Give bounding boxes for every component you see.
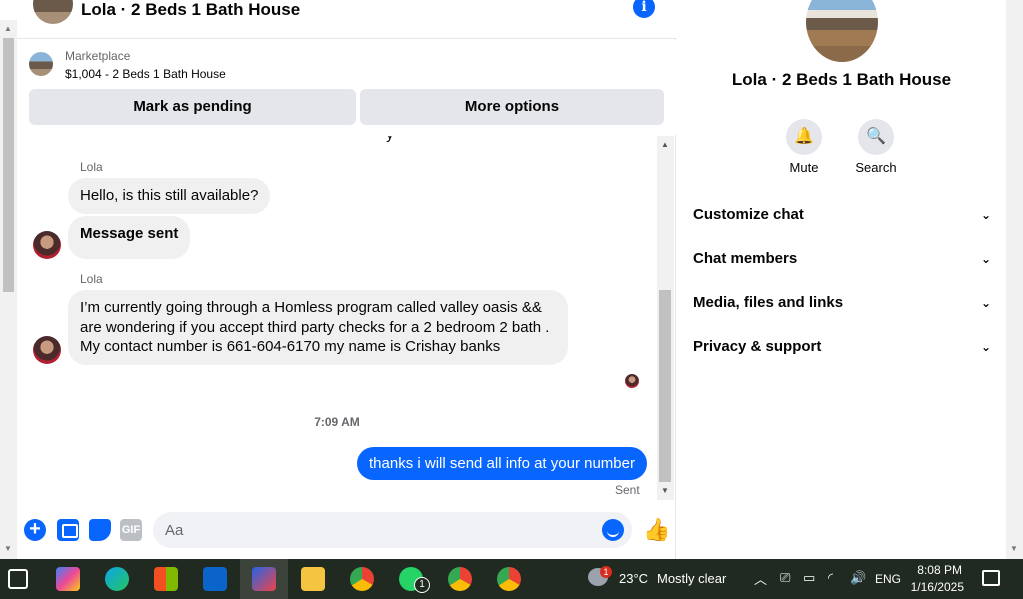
scroll-up-arrow-icon[interactable]: ▲: [4, 24, 12, 33]
clock-date[interactable]: 1/16/2025: [906, 580, 964, 594]
scroll-down-arrow-icon[interactable]: ▼: [4, 544, 12, 553]
plus-icon[interactable]: +: [24, 519, 46, 541]
incoming-message-bubble[interactable]: Message sent: [68, 216, 191, 259]
panel-title: Lola · 2 Beds 1 Bath House: [731, 70, 952, 89]
copilot-icon[interactable]: [56, 567, 80, 591]
windows-taskbar: 1 1 23°C Mostly clear ︿ ⎚ ▭ ◜ 🔊 ENG 8:08…: [0, 559, 1023, 599]
page-scrollbar-right[interactable]: ▼: [1006, 0, 1023, 560]
photo-app-icon[interactable]: [252, 567, 276, 591]
info-icon[interactable]: i: [633, 0, 655, 18]
section-media-files-links[interactable]: Media, files and links ⌄: [693, 288, 993, 318]
weather-description[interactable]: Mostly clear: [657, 571, 726, 586]
search-button[interactable]: 🔍: [858, 119, 894, 155]
listing-banner: Marketplace $1,004 - 2 Beds 1 Bath House…: [17, 40, 676, 135]
clock-time[interactable]: 8:08 PM: [914, 563, 962, 577]
conversation-details-panel: Lola · 2 Beds 1 Bath House 🔔 Mute 🔍 Sear…: [677, 0, 1006, 560]
volume-icon[interactable]: 🔊: [850, 570, 866, 586]
section-label: Chat members: [693, 250, 798, 267]
section-privacy-support[interactable]: Privacy & support ⌄: [693, 332, 993, 362]
edge-icon[interactable]: [105, 567, 129, 591]
chrome-profile-icon[interactable]: [497, 567, 521, 591]
wifi-icon[interactable]: ◜: [828, 570, 833, 586]
gif-icon[interactable]: GIF: [120, 519, 142, 541]
read-receipt-avatar: [625, 374, 639, 388]
chat-header: Lola · 2 Beds 1 Bath House i: [17, 0, 676, 39]
message-list: · y · Lola Hello, is this still availabl…: [17, 136, 657, 501]
message-status: Sent: [615, 483, 640, 497]
chevron-up-icon[interactable]: ︿: [754, 569, 767, 588]
page-scroll-thumb[interactable]: [3, 38, 14, 292]
message-line: My contact number is 661-604-6170 my nam…: [80, 338, 501, 355]
chat-title[interactable]: Lola · 2 Beds 1 Bath House: [81, 0, 300, 20]
outgoing-message-bubble[interactable]: thanks i will send all info at your numb…: [357, 447, 647, 480]
mark-as-pending-button[interactable]: Mark as pending: [29, 89, 356, 125]
incoming-message-bubble[interactable]: I’m currently going through a Homless pr…: [68, 290, 568, 365]
chrome-icon[interactable]: [350, 567, 374, 591]
message-timestamp: 7:09 AM: [314, 415, 360, 429]
message-sender: Lola: [80, 272, 103, 286]
like-icon[interactable]: 👍: [643, 517, 670, 543]
sender-avatar[interactable]: [33, 231, 61, 259]
battery-icon[interactable]: ▭: [803, 570, 815, 586]
listing-thumbnail[interactable]: [29, 52, 53, 76]
message-input-box[interactable]: [153, 512, 632, 548]
chat-window: Lola · 2 Beds 1 Bath House i Marketplace…: [17, 0, 676, 560]
section-label: Customize chat: [693, 206, 804, 223]
notification-icon[interactable]: [982, 570, 1000, 586]
section-label: Privacy & support: [693, 338, 822, 355]
outlook-icon[interactable]: [203, 567, 227, 591]
message-sender: Lola: [80, 160, 103, 174]
clipped-message-fragment: · y ·: [377, 136, 403, 143]
listing-photo[interactable]: [806, 0, 878, 62]
listing-avatar[interactable]: [33, 0, 73, 24]
bell-icon: 🔔: [794, 128, 814, 145]
store-icon[interactable]: [154, 567, 178, 591]
chat-scrollbar[interactable]: ▲ ▼: [657, 136, 674, 500]
photo-icon[interactable]: [57, 519, 79, 541]
incoming-message-bubble[interactable]: Hello, is this still available?: [68, 178, 271, 214]
file-explorer-icon[interactable]: [301, 567, 325, 591]
section-chat-members[interactable]: Chat members ⌄: [693, 244, 993, 274]
chevron-down-icon: ⌄: [980, 208, 991, 222]
message-line: are wondering if you accept third party …: [80, 318, 550, 336]
weather-temp[interactable]: 23°C: [619, 571, 648, 586]
emoji-icon[interactable]: [602, 519, 624, 541]
chevron-down-icon: ⌄: [980, 340, 991, 354]
scroll-down-arrow-icon[interactable]: ▼: [661, 486, 669, 495]
section-customize-chat[interactable]: Customize chat ⌄: [693, 200, 993, 230]
chrome-profile-c-icon[interactable]: [448, 567, 472, 591]
more-options-button[interactable]: More options: [360, 89, 664, 125]
chevron-down-icon: ⌄: [980, 296, 991, 310]
whatsapp-badge: 1: [414, 577, 430, 593]
task-view-icon[interactable]: [8, 569, 28, 589]
section-label: Media, files and links: [693, 294, 844, 311]
chevron-down-icon: ⌄: [980, 252, 991, 266]
language-indicator[interactable]: ENG: [875, 572, 901, 586]
mute-label: Mute: [789, 160, 819, 175]
page-scrollbar[interactable]: ▲ ▼: [0, 20, 17, 560]
listing-title[interactable]: $1,004 - 2 Beds 1 Bath House: [65, 67, 226, 81]
sender-avatar[interactable]: [33, 336, 61, 364]
search-icon: 🔍: [866, 128, 886, 145]
meet-icon[interactable]: ⎚: [780, 570, 790, 586]
mute-button[interactable]: 🔔: [786, 119, 822, 155]
scroll-up-arrow-icon[interactable]: ▲: [661, 140, 669, 149]
message-input[interactable]: [165, 512, 585, 548]
message-line: I’m currently going through a Homless pr…: [80, 299, 542, 316]
sticker-icon[interactable]: [89, 519, 111, 541]
scroll-down-arrow-icon[interactable]: ▼: [1010, 544, 1018, 553]
weather-badge: 1: [600, 566, 612, 578]
message-composer: + GIF 👍: [17, 505, 676, 555]
listing-category: Marketplace: [65, 49, 131, 63]
chat-scroll-thumb[interactable]: [659, 290, 671, 482]
search-label: Search: [855, 160, 897, 175]
